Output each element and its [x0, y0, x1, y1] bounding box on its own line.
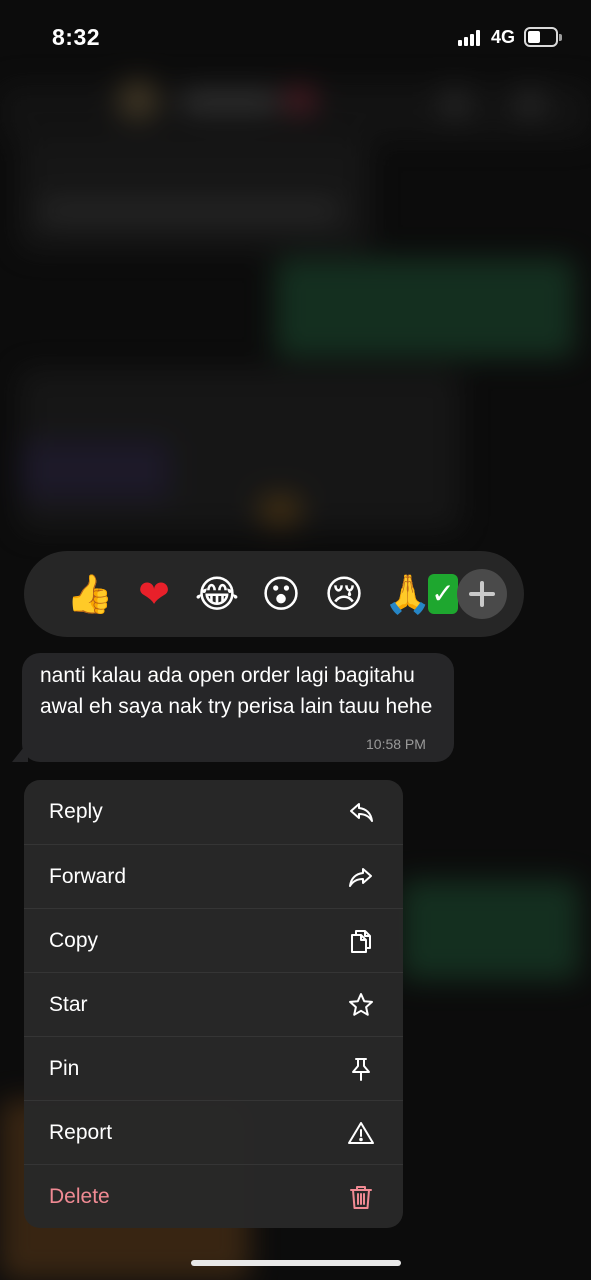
- pin-icon: [352, 1058, 370, 1081]
- star-icon: [349, 993, 373, 1016]
- battery-cap: [559, 34, 562, 41]
- message-time: 10:58 PM: [366, 736, 426, 752]
- copy-icon: [351, 930, 371, 953]
- crying-emoji[interactable]: 😢: [320, 569, 368, 619]
- thumbs-up-emoji[interactable]: 👍: [66, 569, 114, 619]
- battery-icon: [524, 27, 558, 47]
- message-text: nanti kalau ada open order lagi bagitahu…: [40, 664, 433, 718]
- battery-level: [528, 31, 540, 43]
- check-mark-emoji[interactable]: ✓: [428, 574, 458, 614]
- menu-item-forward[interactable]: Forward: [24, 844, 403, 908]
- menu-item-delete[interactable]: Delete: [24, 1164, 403, 1228]
- menu-item-copy[interactable]: Copy: [24, 908, 403, 972]
- menu-item-label: Pin: [49, 1057, 80, 1080]
- signal-icon: [458, 30, 482, 46]
- menu-item-pin[interactable]: Pin: [24, 1036, 403, 1100]
- bubble-tail: [12, 742, 28, 762]
- menu-item-reply[interactable]: Reply: [24, 780, 403, 844]
- reply-icon: [350, 803, 373, 822]
- menu-item-label: Report: [49, 1121, 113, 1144]
- forward-icon: [349, 868, 372, 887]
- menu-item-label: Reply: [49, 800, 103, 823]
- menu-item-label: Copy: [49, 929, 99, 952]
- folded-hands-emoji[interactable]: 🙏: [384, 569, 432, 619]
- surprised-emoji[interactable]: 😮: [257, 569, 305, 619]
- trash-icon: [350, 1186, 372, 1209]
- status-time: 8:32: [52, 24, 101, 50]
- tears-of-joy-emoji[interactable]: 😂: [193, 569, 241, 619]
- menu-item-report[interactable]: Report: [24, 1100, 403, 1164]
- plus-icon[interactable]: [457, 569, 507, 619]
- red-heart-emoji[interactable]: ❤: [130, 569, 178, 619]
- warning-icon: [348, 1122, 374, 1144]
- menu-item-label: Delete: [49, 1185, 110, 1208]
- reaction-bar: 👍 ❤ 😂 😮 😢 🙏 ✓: [24, 551, 524, 637]
- home-indicator[interactable]: [191, 1260, 401, 1266]
- menu-item-label: Star: [49, 993, 88, 1016]
- menu-item-label: Forward: [49, 865, 127, 888]
- status-bar: 8:32 4G: [0, 0, 591, 76]
- menu-item-star[interactable]: Star: [24, 972, 403, 1036]
- network-type: 4G: [491, 27, 516, 47]
- context-menu: Reply Forward Copy Star Pin Report Delet…: [24, 780, 403, 1228]
